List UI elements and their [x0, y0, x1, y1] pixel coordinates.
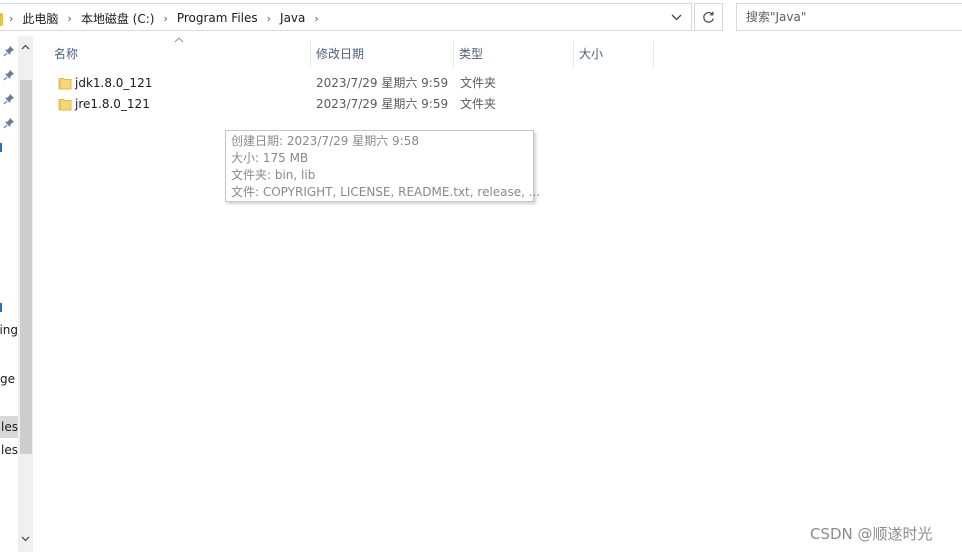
folder-info-tooltip: 创建日期: 2023/7/29 星期六 9:58 大小: 175 MB 文件夹:…: [225, 130, 541, 202]
pin-icon[interactable]: [3, 45, 15, 57]
pin-icon[interactable]: [3, 117, 15, 129]
navigation-pane[interactable]: tting ge iles iles: [0, 36, 33, 552]
chevron-down-icon: [671, 14, 681, 20]
refresh-button[interactable]: [694, 3, 723, 31]
file-date-modified: 2023/7/29 星期六 9:59: [316, 97, 449, 111]
address-bar[interactable]: › 此电脑 › 本地磁盘 (C:) › Program Files › Java…: [0, 3, 692, 31]
chevron-right-icon[interactable]: ›: [267, 12, 271, 25]
tooltip-created-date: 创建日期: 2023/7/29 星期六 9:58: [231, 134, 419, 148]
breadcrumb-java[interactable]: Java: [280, 11, 305, 25]
file-name[interactable]: jdk1.8.0_121: [75, 73, 152, 94]
breadcrumb-local-disk[interactable]: 本地磁盘 (C:): [81, 10, 155, 27]
nav-item-icon[interactable]: [0, 303, 2, 312]
breadcrumb-this-pc[interactable]: 此电脑: [22, 10, 58, 27]
nav-item-icon[interactable]: [0, 143, 2, 152]
file-name[interactable]: jre1.8.0_121: [75, 94, 150, 115]
chevron-right-icon[interactable]: ›: [314, 12, 318, 25]
chevron-right-icon[interactable]: ›: [67, 12, 71, 25]
folder-icon: [58, 99, 72, 111]
scroll-up-button[interactable]: [18, 40, 33, 54]
column-header-type[interactable]: 类型: [453, 41, 573, 67]
column-divider[interactable]: [653, 41, 654, 67]
tooltip-files: 文件: COPYRIGHT, LICENSE, README.txt, rele…: [231, 185, 541, 199]
scrollbar-thumb[interactable]: [20, 80, 32, 454]
file-date-modified: 2023/7/29 星期六 9:59: [316, 76, 449, 90]
tooltip-size: 大小: 175 MB: [231, 151, 309, 165]
column-header-date-modified[interactable]: 修改日期: [310, 41, 454, 67]
nav-item-label[interactable]: ge: [0, 372, 18, 386]
scroll-down-button[interactable]: [18, 532, 33, 546]
breadcrumb-program-files[interactable]: Program Files: [177, 11, 258, 25]
nav-item-label[interactable]: iles: [0, 443, 18, 457]
breadcrumb: › 此电脑 › 本地磁盘 (C:) › Program Files › Java…: [6, 4, 328, 32]
folder-icon: [0, 13, 3, 26]
address-bar-row: › 此电脑 › 本地磁盘 (C:) › Program Files › Java…: [0, 0, 962, 36]
chevron-down-icon: [21, 536, 30, 542]
column-header-name[interactable]: 名称: [48, 41, 310, 67]
pin-icon[interactable]: [3, 69, 15, 81]
file-type: 文件夹: [460, 97, 497, 111]
file-row-jdk[interactable]: jdk1.8.0_121 2023/7/29 星期六 9:59 文件夹: [52, 73, 504, 94]
tooltip-folders: 文件夹: bin, lib: [231, 168, 316, 182]
file-type: 文件夹: [460, 76, 497, 90]
refresh-icon: [703, 11, 714, 23]
address-history-dropdown[interactable]: [662, 4, 690, 30]
column-header-size[interactable]: 大小: [573, 41, 653, 67]
chevron-up-icon: [21, 44, 30, 50]
search-placeholder: 搜索"Java": [746, 10, 807, 24]
folder-icon: [58, 78, 72, 90]
file-row-jre[interactable]: jre1.8.0_121 2023/7/29 星期六 9:59 文件夹: [52, 94, 504, 115]
chevron-right-icon[interactable]: ›: [163, 12, 167, 25]
watermark: CSDN @顺遂时光: [810, 525, 933, 543]
chevron-right-icon[interactable]: ›: [9, 12, 13, 25]
nav-item-label[interactable]: tting: [0, 323, 18, 337]
search-input[interactable]: 搜索"Java": [736, 3, 962, 31]
pin-icon[interactable]: [3, 93, 15, 105]
nav-item-label[interactable]: iles: [0, 420, 18, 434]
